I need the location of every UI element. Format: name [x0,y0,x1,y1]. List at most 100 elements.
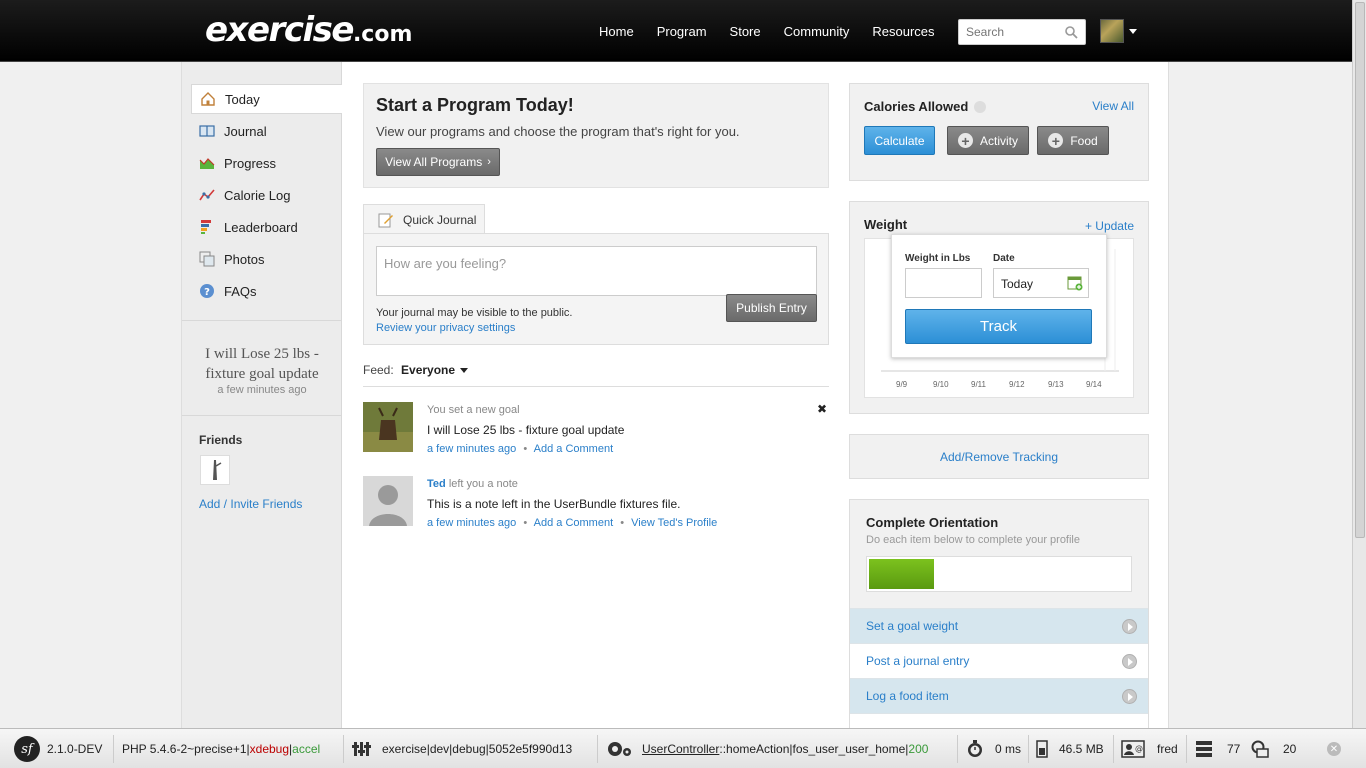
calendar-add-icon[interactable] [1067,275,1083,291]
privacy-settings-link[interactable]: Review your privacy settings [376,322,515,334]
controller-name: UserController [642,742,720,756]
leaderboard-icon [201,220,211,234]
promo-text: View our programs and choose the program… [376,124,740,139]
goal-photo [363,402,413,452]
update-weight-link[interactable]: + Update [1085,219,1134,233]
debug-time[interactable]: 0 ms [966,729,1021,768]
feed-item: Ted left you a note This is a note left … [363,476,829,536]
sidebar-item-leaderboard[interactable]: Leaderboard [191,212,342,242]
accel-status: accel [292,742,321,756]
debug-request[interactable]: UserController::homeAction | fos_user_user… [605,729,928,768]
feed-item-time[interactable]: a few minutes ago [427,443,516,455]
visibility-note: Your journal may be visible to the publi… [376,307,573,319]
feed-filter-select[interactable]: Everyone [401,363,469,377]
separator-dot: • [523,443,528,455]
step-label: Log a food item [866,689,949,703]
view-all-programs-button[interactable]: View All Programs › [376,148,500,176]
x-tick-label: 9/13 [1048,380,1064,389]
add-activity-button[interactable]: + Activity [947,126,1029,155]
orientation-step-goal-weight[interactable]: Set a goal weight [850,608,1148,643]
chevron-down-icon[interactable] [1129,29,1137,34]
debug-php[interactable]: PHP 5.4.6-2~precise+1 | xdebug | accel [122,729,320,768]
close-icon[interactable]: ✖ [817,402,827,416]
add-invite-friends-link[interactable]: Add / Invite Friends [199,497,302,511]
close-toolbar-icon[interactable]: ✕ [1327,742,1341,756]
page-content: Today Journal Progress Calorie Log Leade… [181,62,1169,729]
search-box [958,19,1086,45]
sidebar-item-calorie-log[interactable]: Calorie Log [191,180,342,210]
add-comment-link[interactable]: Add a Comment [534,517,613,529]
nav-community[interactable]: Community [784,24,850,39]
feed-filter-value: Everyone [401,363,456,377]
scrollbar-thumb[interactable] [1355,2,1365,538]
track-button[interactable]: Track [905,309,1092,344]
calculate-button[interactable]: Calculate [864,126,935,155]
chevron-right-icon [1122,654,1137,669]
debug-version[interactable]: sf 2.1.0-DEV [14,729,102,768]
feed-filter: Feed: Everyone [363,363,469,377]
journal-textarea[interactable]: How are you feeling? [376,246,817,296]
x-tick-label: 9/11 [971,380,986,389]
orientation-step-food-item[interactable]: Log a food item [850,678,1148,713]
nav-store[interactable]: Store [730,24,761,39]
tab-quick-journal[interactable]: Quick Journal [363,204,485,234]
debug-user[interactable]: @ fred [1121,729,1178,768]
debug-queries[interactable]: 77 [1195,729,1240,768]
user-avatar[interactable] [1100,19,1124,43]
sidebar-item-today[interactable]: Today [191,84,342,114]
friend-avatar[interactable] [200,455,230,485]
feed-item-time[interactable]: a few minutes ago [427,517,516,529]
toolbar-divider [113,735,114,763]
help-icon[interactable] [974,101,987,113]
toolbar-divider [343,735,344,763]
publish-entry-button[interactable]: Publish Entry [726,294,817,322]
route-name: fos_user_user_home [792,742,906,756]
tab-label: Quick Journal [403,212,477,227]
view-all-link[interactable]: View All [1092,99,1134,113]
search-icon[interactable] [1064,25,1078,39]
feed-item-title: Ted left you a note [427,478,518,490]
page-scrollbar[interactable] [1352,0,1366,728]
sidebar-item-faqs[interactable]: ? FAQs [191,276,342,306]
nav-resources[interactable]: Resources [872,24,934,39]
book-icon [199,125,215,137]
nav-program[interactable]: Program [657,24,707,39]
add-comment-link[interactable]: Add a Comment [534,443,613,455]
nav-home[interactable]: Home [599,24,634,39]
svg-text:?: ? [204,287,210,298]
feed-item-body: This is a note left in the UserBundle fi… [427,497,681,511]
sidebar-item-journal[interactable]: Journal [191,116,342,146]
site-logo[interactable]: exercise.com [205,10,412,50]
help-icon: ? [200,284,214,298]
view-profile-link[interactable]: View Ted's Profile [631,517,717,529]
progress-fill [869,559,934,589]
feed-label: Feed: [363,363,394,377]
sidebar-item-progress[interactable]: Progress [191,148,342,178]
cache-icon [1251,740,1269,758]
debug-memory[interactable]: 46.5 MB [1036,729,1104,768]
symfony-logo-icon: sf [14,736,40,762]
goal-timestamp: a few minutes ago [217,384,307,396]
promo-title: Start a Program Today! [376,95,574,115]
weight-input[interactable] [905,268,982,298]
add-remove-tracking-link[interactable]: Add/Remove Tracking [850,450,1148,464]
sidebar-divider [182,320,342,321]
start-program-panel: Start a Program Today! View our programs… [363,83,829,188]
pencil-note-icon [378,213,393,227]
debug-other[interactable]: 20 [1251,729,1296,768]
debug-config[interactable]: exercise | dev | debug | 5052e5f990d13 [352,729,572,768]
orientation-step-journal-entry[interactable]: Post a journal entry [850,643,1148,678]
add-food-button[interactable]: + Food [1037,126,1109,155]
svg-text:@: @ [1135,744,1143,753]
orientation-step-next[interactable] [850,713,1148,729]
button-label: Food [1070,133,1098,148]
feed-divider [363,386,829,387]
panel-title: Calories Allowed [864,99,987,114]
search-input[interactable] [959,20,1059,44]
feed-item-user-link[interactable]: Ted [427,478,446,490]
feed-item: You set a new goal I will Lose 25 lbs - … [363,402,829,462]
orientation-subtitle: Do each item below to complete your prof… [866,534,1080,546]
x-tick-label: 9/14 [1086,380,1102,389]
sidebar-item-photos[interactable]: Photos [191,244,342,274]
date-input[interactable]: Today [993,268,1089,298]
